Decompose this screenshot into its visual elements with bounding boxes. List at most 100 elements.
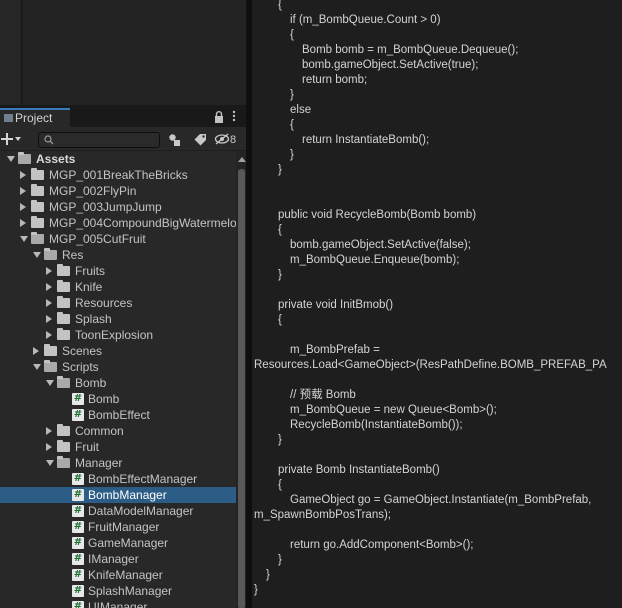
tree-item-folder[interactable]: MGP_001BreakTheBricks <box>0 167 236 183</box>
expanded-arrow-icon[interactable] <box>46 460 54 466</box>
search-input[interactable] <box>38 132 160 148</box>
tree-item-script[interactable]: # BombEffect <box>0 407 236 423</box>
tree-item-folder[interactable]: Fruit <box>0 439 236 455</box>
tree-item-label: Manager <box>75 456 123 470</box>
tree-item-folder[interactable]: MGP_005CutFruit <box>0 231 236 247</box>
tree-item-script[interactable]: # Bomb <box>0 391 236 407</box>
tree-item-label: Fruits <box>75 264 105 278</box>
filter-by-label-button[interactable] <box>189 131 211 149</box>
code-line: } <box>278 554 282 566</box>
code-line: return bomb; <box>302 74 368 86</box>
tree-item-label: SplashManager <box>88 584 173 598</box>
tree-item-folder[interactable]: MGP_002FlyPin <box>0 183 236 199</box>
tree-item-folder[interactable]: Fruits <box>0 263 236 279</box>
code-line: { <box>278 224 282 236</box>
code-line: m_BombPrefab = <box>290 344 380 356</box>
csharp-script-icon: # <box>72 489 84 501</box>
tree-item-label: Common <box>75 424 124 438</box>
folder-icon <box>57 440 70 452</box>
code-editor[interactable]: {if (m_BombQueue.Count > 0) {Bomb bomb = … <box>252 0 622 608</box>
tree-item-script[interactable]: # IManager <box>0 551 236 567</box>
add-button[interactable] <box>0 130 24 148</box>
tree-item-folder[interactable]: ToonExplosion <box>0 327 236 343</box>
collapsed-arrow-icon[interactable] <box>20 219 26 227</box>
filter-by-type-button[interactable] <box>164 131 186 149</box>
csharp-script-icon: # <box>72 553 84 565</box>
tree-item-script[interactable]: # SplashManager <box>0 583 236 599</box>
project-tree: Assets MGP_001BreakTheBricks MGP_002FlyPin… <box>0 151 236 608</box>
scene-view-area <box>23 0 246 105</box>
tree-item-folder[interactable]: Scenes <box>0 343 236 359</box>
folder-open-icon <box>57 376 70 388</box>
folder-open-icon <box>18 152 31 164</box>
tree-item-label: ToonExplosion <box>75 328 154 342</box>
code-line: // 预载 Bomb <box>290 389 356 401</box>
code-line: } <box>266 569 270 581</box>
eye-slash-icon <box>214 133 230 145</box>
collapsed-arrow-icon[interactable] <box>33 347 39 355</box>
tree-item-label: FruitManager <box>88 520 160 534</box>
tree-item-label: Knife <box>75 280 103 294</box>
tree-item-folder[interactable]: Assets <box>0 151 236 167</box>
tree-item-folder[interactable]: Common <box>0 423 236 439</box>
scroll-up-arrow-icon[interactable] <box>238 157 246 162</box>
tree-item-script[interactable]: # BombEffectManager <box>0 471 236 487</box>
tree-item-script[interactable]: # KnifeManager <box>0 567 236 583</box>
collapsed-arrow-icon[interactable] <box>20 171 26 179</box>
more-options-icon[interactable] <box>232 110 238 122</box>
tree-item-script[interactable]: # GameManager <box>0 535 236 551</box>
tree-item-folder[interactable]: Manager <box>0 455 236 471</box>
tree-item-label: Bomb <box>88 392 120 406</box>
code-line: m_SpawnBombPosTrans); <box>254 509 391 521</box>
csharp-script-icon: # <box>72 473 84 485</box>
expanded-arrow-icon[interactable] <box>33 364 41 370</box>
tree-item-script[interactable]: # DataModelManager <box>0 503 236 519</box>
tree-item-label: Resources <box>75 296 133 310</box>
collapsed-arrow-icon[interactable] <box>46 427 52 435</box>
expanded-arrow-icon[interactable] <box>46 380 54 386</box>
code-line: else <box>290 104 312 116</box>
tree-item-label: Res <box>62 248 84 262</box>
csharp-script-icon: # <box>72 409 84 421</box>
tree-item-label: Scripts <box>62 360 99 374</box>
collapsed-arrow-icon[interactable] <box>46 299 52 307</box>
code-line: return go.AddComponent<Bomb>(); <box>290 539 474 551</box>
tree-item-folder[interactable]: MGP_004CompoundBigWatermelo <box>0 215 236 231</box>
tree-item-label: GameManager <box>88 536 169 550</box>
expanded-arrow-icon[interactable] <box>7 156 15 162</box>
tree-item-folder[interactable]: Scripts <box>0 359 236 375</box>
tree-item-script[interactable]: # UIManager <box>0 599 236 608</box>
collapsed-arrow-icon[interactable] <box>46 283 52 291</box>
tree-item-folder[interactable]: MGP_003JumpJump <box>0 199 236 215</box>
expanded-arrow-icon[interactable] <box>20 236 28 242</box>
tree-item-folder[interactable]: Resources <box>0 295 236 311</box>
tree-item-script[interactable]: # BombManager <box>0 487 236 503</box>
tree-item-folder[interactable]: Bomb <box>0 375 236 391</box>
csharp-script-icon: # <box>72 585 84 597</box>
code-line: m_BombQueue.Enqueue(bomb); <box>290 254 460 266</box>
collapsed-arrow-icon[interactable] <box>46 443 52 451</box>
code-line: { <box>278 314 282 326</box>
tree-scrollbar[interactable] <box>236 151 246 608</box>
hidden-packages-button[interactable]: 8 <box>214 131 246 149</box>
code-line: { <box>278 479 282 491</box>
lock-icon[interactable] <box>214 111 224 123</box>
tree-item-label: Bomb <box>75 376 107 390</box>
collapsed-arrow-icon[interactable] <box>20 187 26 195</box>
collapsed-arrow-icon[interactable] <box>20 203 26 211</box>
collapsed-arrow-icon[interactable] <box>46 267 52 275</box>
code-line: Resources.Load<GameObject>(ResPathDefine… <box>254 359 607 371</box>
collapsed-arrow-icon[interactable] <box>46 331 52 339</box>
tab-project[interactable]: Project <box>0 108 70 127</box>
tree-item-script[interactable]: # FruitManager <box>0 519 236 535</box>
tree-item-folder[interactable]: Res <box>0 247 236 263</box>
tree-item-folder[interactable]: Knife <box>0 279 236 295</box>
tree-item-label: IManager <box>88 552 139 566</box>
collapsed-arrow-icon[interactable] <box>46 315 52 323</box>
expanded-arrow-icon[interactable] <box>33 252 41 258</box>
tree-item-label: BombEffectManager <box>88 472 198 486</box>
tree-item-folder[interactable]: Splash <box>0 311 236 327</box>
scrollbar-thumb[interactable] <box>238 169 245 608</box>
code-line: GameObject go = GameObject.Instantiate(m… <box>290 494 592 506</box>
csharp-script-icon: # <box>72 601 84 608</box>
